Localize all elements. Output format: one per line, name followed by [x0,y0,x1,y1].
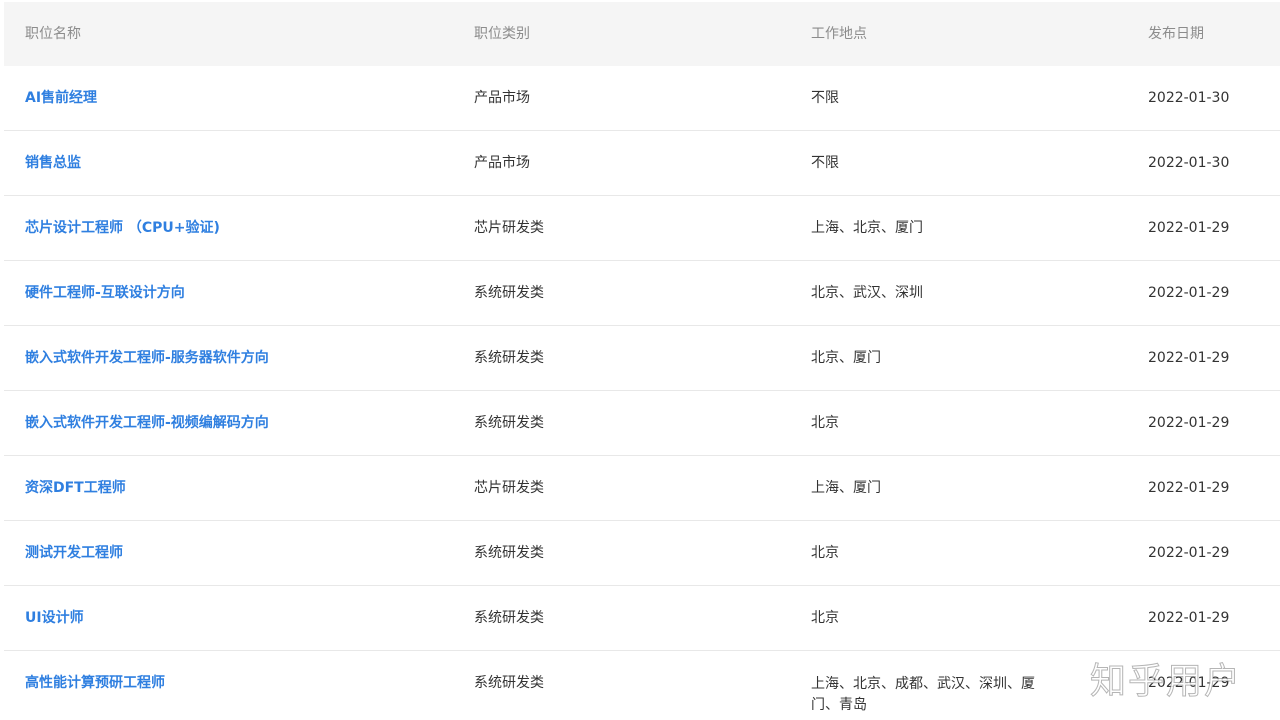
job-category: 系统研发类 [474,285,544,301]
table-row[interactable]: 嵌入式软件开发工程师-服务器软件方向 系统研发类 北京、厦门 2022-01-2… [4,326,1280,391]
table-row[interactable]: 硬件工程师-互联设计方向 系统研发类 北京、武汉、深圳 2022-01-29 [4,261,1280,326]
header-job-category: 职位类别 [474,26,530,42]
table-row[interactable]: 嵌入式软件开发工程师-视频编解码方向 系统研发类 北京 2022-01-29 [4,391,1280,456]
header-work-location: 工作地点 [811,26,867,42]
header-publish-date: 发布日期 [1148,26,1204,42]
job-date: 2022-01-29 [1148,415,1230,431]
job-title-link[interactable]: 嵌入式软件开发工程师-视频编解码方向 [25,391,269,455]
table-row[interactable]: 资深DFT工程师 芯片研发类 上海、厦门 2022-01-29 [4,456,1280,521]
job-location: 北京、厦门 [811,350,881,366]
header-job-name: 职位名称 [25,26,81,42]
table-row[interactable]: 测试开发工程师 系统研发类 北京 2022-01-29 [4,521,1280,586]
job-date: 2022-01-30 [1148,90,1230,106]
job-date: 2022-01-29 [1148,675,1230,691]
job-title-link[interactable]: UI设计师 [25,586,84,650]
job-location: 上海、北京、厦门 [811,220,923,236]
job-category: 系统研发类 [474,610,544,626]
job-title-link[interactable]: 芯片设计工程师 （CPU+验证) [25,196,220,260]
job-list-page: 职位名称 职位类别 工作地点 发布日期 AI售前经理 产品市场 不限 2022-… [0,0,1280,720]
job-category: 系统研发类 [474,350,544,366]
job-date: 2022-01-29 [1148,350,1230,366]
table-row[interactable]: 销售总监 产品市场 不限 2022-01-30 [4,131,1280,196]
job-location: 北京 [811,610,839,626]
job-location: 北京 [811,415,839,431]
job-location: 不限 [811,155,839,171]
job-location: 不限 [811,90,839,106]
job-category: 系统研发类 [474,545,544,561]
table-header: 职位名称 职位类别 工作地点 发布日期 [4,2,1280,66]
table-row[interactable]: 芯片设计工程师 （CPU+验证) 芯片研发类 上海、北京、厦门 2022-01-… [4,196,1280,261]
job-title-link[interactable]: 硬件工程师-互联设计方向 [25,261,185,325]
job-category: 产品市场 [474,155,530,171]
job-location: 北京、武汉、深圳 [811,285,923,301]
job-category: 系统研发类 [474,675,544,691]
table-row[interactable]: UI设计师 系统研发类 北京 2022-01-29 [4,586,1280,651]
job-category: 系统研发类 [474,415,544,431]
job-category: 产品市场 [474,90,530,106]
job-table: 职位名称 职位类别 工作地点 发布日期 AI售前经理 产品市场 不限 2022-… [4,2,1280,720]
job-date: 2022-01-29 [1148,545,1230,561]
table-row[interactable]: 高性能计算预研工程师 系统研发类 上海、北京、成都、武汉、深圳、厦门、青岛 20… [4,651,1280,720]
job-title-link[interactable]: 资深DFT工程师 [25,456,126,520]
job-title-link[interactable]: 销售总监 [25,131,81,195]
job-date: 2022-01-29 [1148,480,1230,496]
job-category: 芯片研发类 [474,480,544,496]
job-date: 2022-01-30 [1148,155,1230,171]
job-location: 上海、厦门 [811,480,881,496]
job-location: 上海、北京、成都、武汉、深圳、厦门、青岛 [811,676,1035,713]
job-date: 2022-01-29 [1148,220,1230,236]
job-title-link[interactable]: 嵌入式软件开发工程师-服务器软件方向 [25,326,269,390]
job-date: 2022-01-29 [1148,610,1230,626]
job-title-link[interactable]: AI售前经理 [25,66,97,130]
job-title-link[interactable]: 测试开发工程师 [25,521,123,585]
table-row[interactable]: AI售前经理 产品市场 不限 2022-01-30 [4,66,1280,131]
job-title-link[interactable]: 高性能计算预研工程师 [25,651,165,715]
job-location: 北京 [811,545,839,561]
job-date: 2022-01-29 [1148,285,1230,301]
job-category: 芯片研发类 [474,220,544,236]
